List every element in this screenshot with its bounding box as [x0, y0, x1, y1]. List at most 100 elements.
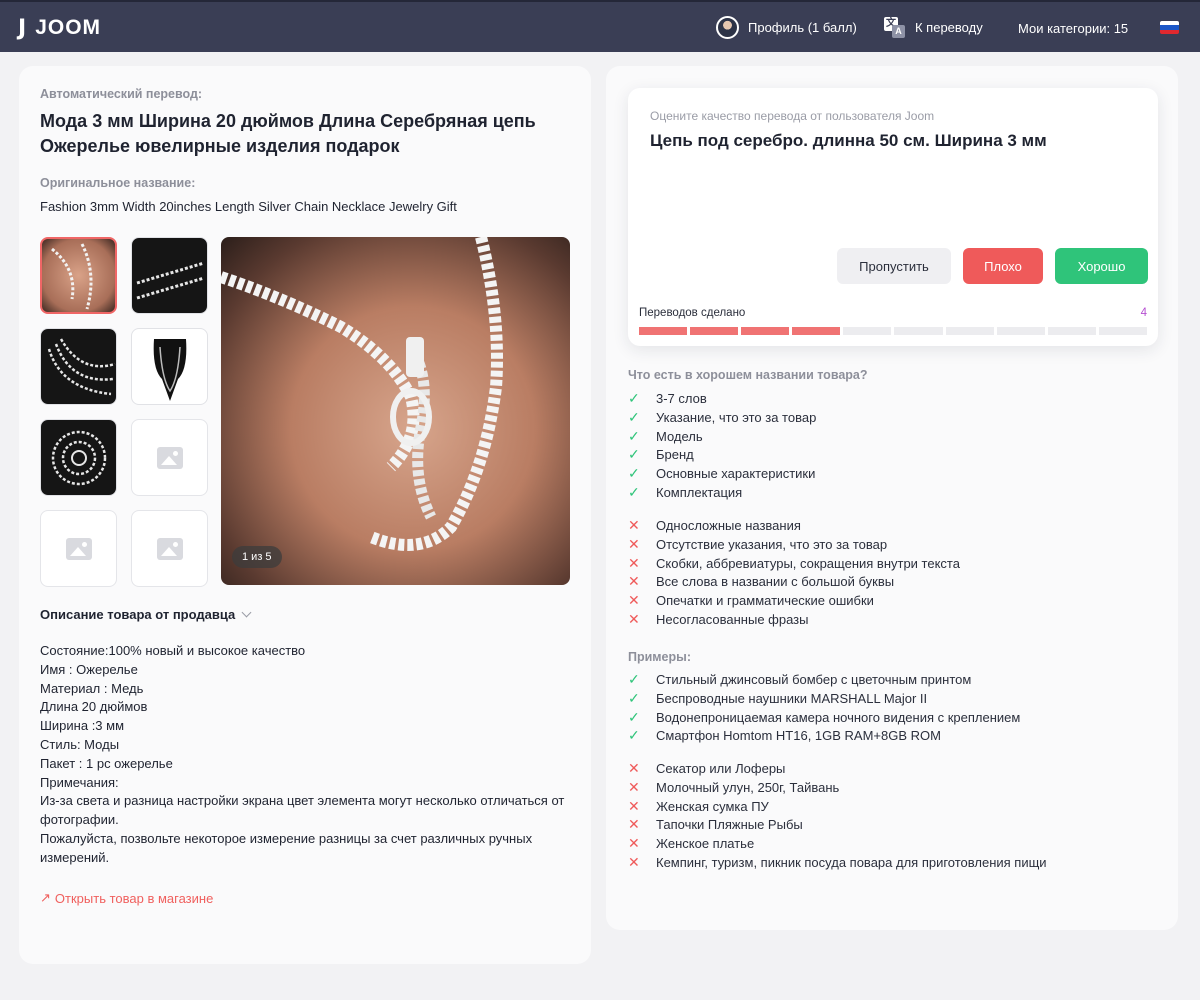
to-translate-label: К переводу — [915, 20, 983, 35]
rule-text: Модель — [656, 428, 703, 444]
cross-icon: ✕ — [628, 554, 640, 571]
auto-translation-label: Автоматический перевод: — [40, 87, 203, 101]
rule-text: Кемпинг, туризм, пикник посуда повара дл… — [656, 855, 1047, 870]
good-rule-item: ✓ Стильный джинсовый бомбер с цветочным п… — [628, 670, 971, 689]
joom-logo[interactable]: J JOOM — [18, 14, 101, 42]
progress-segment — [843, 327, 892, 335]
russian-flag-icon[interactable] — [1160, 21, 1179, 34]
progress-label: Переводов сделано — [639, 307, 746, 319]
rule-text: Водонепроницаемая камера ночного видения… — [656, 709, 1021, 725]
check-icon: ✓ — [628, 427, 640, 444]
external-link-icon: ↗ — [40, 890, 51, 905]
good-rule-item: ✓ Смартфон Homtom HT16, 1GB RAM+8GB ROM — [628, 726, 941, 745]
translate-icon: 文 A — [884, 17, 905, 38]
progress-bar — [639, 327, 1147, 335]
empty-thumbnail[interactable] — [131, 419, 208, 496]
bad-rule-item: ✕ Тапочки Пляжные Рыбы — [628, 815, 803, 834]
progress-segment — [1047, 327, 1096, 335]
rule-text: Женская сумка ПУ — [656, 798, 769, 814]
rule-text: Молочный улун, 250г, Тайвань — [656, 779, 840, 795]
progress-segment — [894, 327, 943, 335]
rule-text: Смартфон Homtom HT16, 1GB RAM+8GB ROM — [656, 728, 941, 744]
bad-rule-item: ✕ Кемпинг, туризм, пикник посуда повара д… — [628, 853, 1047, 872]
my-categories-link[interactable]: Мои категории: 15 — [1018, 21, 1128, 36]
cross-icon: ✕ — [628, 797, 640, 814]
good-rule-item: ✓ Комплектация — [628, 483, 742, 502]
check-icon: ✓ — [628, 465, 640, 482]
cross-icon: ✕ — [628, 535, 640, 552]
skip-button[interactable]: Пропустить — [837, 248, 951, 284]
bad-rule-item: ✕ Молочный улун, 250г, Тайвань — [628, 778, 839, 797]
description-toggle[interactable]: Описание товара от продавца — [40, 607, 252, 622]
product-thumbnail[interactable] — [40, 419, 117, 496]
bad-rule-item: ✕ Все слова в названии с большой буквы — [628, 572, 894, 591]
rate-translation-box: Оцените качество перевода от пользовател… — [628, 88, 1158, 346]
chevron-down-icon — [241, 607, 252, 618]
check-icon: ✓ — [628, 446, 640, 463]
rating-card: Оцените качество перевода от пользовател… — [606, 66, 1178, 930]
product-thumbnail[interactable] — [40, 328, 117, 405]
description-line: Пакет : 1 pc ожерелье — [40, 755, 173, 771]
check-icon: ✓ — [628, 689, 640, 706]
description-line: Длина 20 дюймов — [40, 699, 148, 715]
progress-segment — [792, 327, 841, 335]
logo-mark: J — [18, 15, 26, 41]
rule-text: Несогласованные фразы — [656, 612, 809, 627]
good-button[interactable]: Хорошо — [1055, 248, 1148, 284]
product-thumbnail[interactable] — [40, 237, 117, 314]
rule-text: Тапочки Пляжные Рыбы — [656, 817, 803, 833]
rule-text: Все слова в названии с большой буквы — [656, 574, 895, 590]
examples-title: Примеры: — [628, 650, 691, 664]
bad-rule-item: ✕ Односложные названия — [628, 516, 801, 535]
bad-rule-item: ✕ Скобки, аббревиатуры, сокращения внутри… — [628, 554, 960, 573]
main-product-photo[interactable]: 1 из 5 — [221, 237, 570, 585]
product-card: Автоматический перевод: Мода 3 мм Ширина… — [19, 66, 591, 964]
progress-count: 4 — [1140, 307, 1147, 319]
avatar — [716, 16, 739, 39]
progress-segment — [741, 327, 790, 335]
bad-button[interactable]: Плохо — [963, 248, 1043, 284]
product-thumbnail[interactable] — [131, 237, 208, 314]
image-placeholder-icon — [156, 446, 183, 469]
bad-rule-item: ✕ Несогласованные фразы — [628, 610, 809, 629]
progress-segment — [639, 327, 688, 335]
empty-thumbnail[interactable] — [131, 510, 208, 587]
rule-text: Основные характеристики — [656, 466, 816, 482]
good-rule-item: ✓ Бренд — [628, 445, 694, 464]
progress-segment — [996, 327, 1045, 335]
rule-text: Комплектация — [656, 485, 743, 500]
to-translate-link[interactable]: 文 A К переводу — [884, 17, 983, 38]
description-line: Из-за света и разница настройки экрана ц… — [40, 793, 565, 828]
cross-icon: ✕ — [628, 778, 640, 795]
open-in-shop-link[interactable]: ↗ Открыть товар в магазине — [40, 890, 213, 906]
photo-counter: 1 из 5 — [232, 546, 282, 568]
rule-text: Односложные названия — [656, 518, 801, 533]
rate-prompt: Оцените качество перевода от пользовател… — [650, 109, 935, 123]
profile-link[interactable]: Профиль (1 балл) — [716, 16, 857, 39]
bad-rule-item: ✕ Женское платье — [628, 834, 754, 853]
description-line: Стиль: Моды — [40, 736, 120, 752]
description-line: Материал : Медь — [40, 680, 144, 696]
description-line: Примечания: — [40, 774, 119, 790]
product-thumbnail[interactable] — [131, 328, 208, 405]
user-translation: Цепь под серебро. длинна 50 см. Ширина 3… — [650, 131, 1047, 150]
cross-icon: ✕ — [628, 517, 640, 533]
open-in-shop-label: Открыть товар в магазине — [54, 890, 214, 906]
description-line: Имя : Ожерелье — [40, 661, 138, 677]
rule-text: Отсутствие указания, что это за товар — [656, 536, 888, 552]
progress-segment — [945, 327, 994, 335]
empty-thumbnail[interactable] — [40, 510, 117, 587]
description-line: Состояние:100% новый и высокое качество — [40, 643, 306, 658]
check-icon: ✓ — [628, 727, 640, 744]
product-description: Состояние:100% новый и высокое качество … — [40, 642, 580, 868]
rule-text: Скобки, аббревиатуры, сокращения внутри … — [656, 555, 960, 571]
cross-icon: ✕ — [628, 573, 640, 590]
good-rule-item: ✓ Модель — [628, 427, 703, 446]
rule-text: Опечатки и грамматические ошибки — [656, 593, 874, 609]
profile-label: Профиль (1 балл) — [748, 20, 857, 35]
cross-icon: ✕ — [628, 816, 640, 833]
description-title: Описание товара от продавца — [40, 607, 236, 622]
rule-text: Беспроводные наушники MARSHALL Major II — [656, 690, 928, 706]
bad-rule-item: ✕ Секатор или Лоферы — [628, 759, 785, 778]
rule-text: Бренд — [656, 447, 694, 463]
